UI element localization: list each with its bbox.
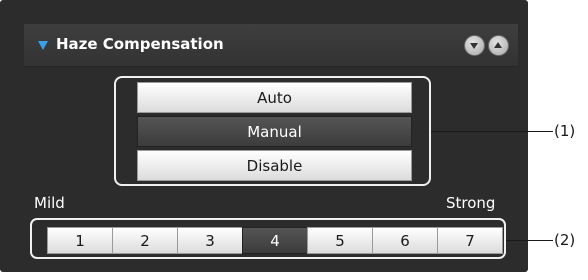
callout-line-1	[431, 131, 553, 132]
callout-label-1: (1)	[554, 122, 576, 140]
panel-title: Haze Compensation	[56, 35, 224, 53]
level-option-7[interactable]: 7	[437, 227, 503, 254]
strong-label: Strong	[446, 194, 496, 212]
mild-label: Mild	[34, 194, 65, 212]
chevron-up-icon	[494, 42, 502, 48]
level-option-3[interactable]: 3	[177, 227, 243, 254]
level-option-1[interactable]: 1	[47, 227, 113, 254]
callout-line-2	[506, 240, 553, 241]
haze-compensation-panel: Haze Compensation Auto Manual Disable Mi…	[0, 0, 528, 272]
level-option-2[interactable]: 2	[112, 227, 178, 254]
scroll-down-button[interactable]	[464, 35, 485, 56]
mode-option-auto[interactable]: Auto	[137, 82, 412, 113]
mode-option-manual[interactable]: Manual	[137, 116, 412, 147]
mode-option-disable[interactable]: Disable	[137, 150, 412, 181]
callout-label-2: (2)	[554, 231, 576, 249]
level-option-6[interactable]: 6	[372, 227, 438, 254]
panel-header[interactable]: Haze Compensation	[24, 24, 518, 67]
level-option-4[interactable]: 4	[242, 227, 308, 254]
chevron-down-icon	[470, 43, 478, 49]
scroll-up-button[interactable]	[488, 35, 509, 56]
level-option-5[interactable]: 5	[307, 227, 373, 254]
triangle-down-icon[interactable]	[38, 41, 48, 50]
